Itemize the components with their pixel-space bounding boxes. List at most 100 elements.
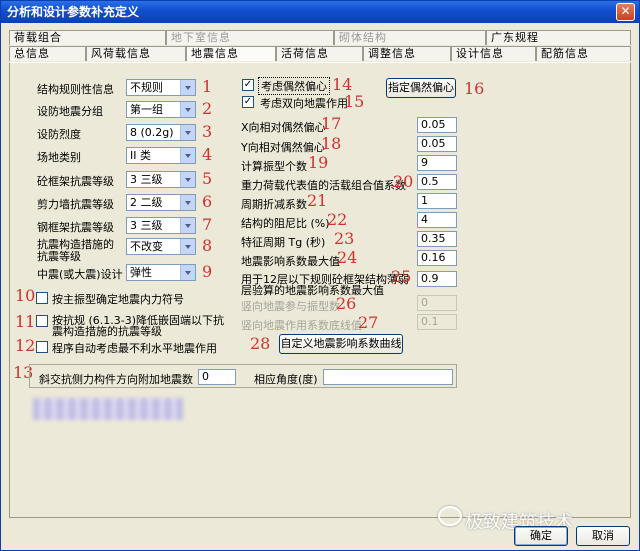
checkbox-lower-grade[interactable] [36, 315, 48, 327]
label-intensity: 设防烈度 [37, 128, 81, 141]
combo-value: 不改变 [130, 240, 163, 253]
input-damping[interactable]: 4 [417, 212, 457, 228]
label-char-period: 特征周期 Tg (秒) [241, 236, 326, 249]
combo-value: 2 二级 [130, 196, 163, 209]
callout-20: 20 [393, 172, 414, 191]
label-alpha-max: 地震影响系数最大值 [241, 255, 340, 268]
label-mode-count: 计算振型个数 [241, 160, 307, 173]
chevron-down-icon[interactable] [180, 265, 195, 280]
label-seismic-group: 设防地震分组 [37, 105, 103, 118]
dialog-window: 分析和设计参数补充定义 ✕ 荷载组合 地下室信息 砌体结构 广东规程 总信息 风… [0, 0, 640, 551]
input-vertical-factor[interactable]: 0.1 [417, 314, 457, 330]
input-angle[interactable] [323, 369, 453, 385]
callout-4: 4 [202, 145, 213, 164]
ok-button[interactable]: 确定 [514, 526, 568, 546]
tab-reinforcement[interactable]: 配筋信息 [536, 46, 631, 61]
label-vertical-factor: 竖向地震作用系数底线值 [241, 319, 362, 332]
label-construction-grade-2: 抗震等级 [37, 250, 81, 263]
input-weak-layer-alpha[interactable]: 0.9 [417, 271, 457, 287]
combo-seismic-group[interactable]: 第一组 [126, 101, 196, 118]
label-oblique-count: 斜交抗侧力构件方向附加地震数 [39, 373, 193, 386]
input-vertical-modes[interactable]: 0 [417, 295, 457, 311]
combo-site-class[interactable]: II 类 [126, 147, 196, 164]
window-title: 分析和设计参数补充定义 [7, 5, 140, 19]
combo-construction-grade[interactable]: 不改变 [126, 238, 196, 255]
tab-live-load[interactable]: 活荷信息 [276, 46, 363, 61]
tab-adjustment[interactable]: 调整信息 [363, 46, 451, 61]
label-shearwall-grade: 剪力墙抗震等级 [37, 198, 114, 211]
callout-23: 23 [334, 229, 355, 248]
input-period-reduction[interactable]: 1 [417, 193, 457, 209]
combo-steel-frame-grade[interactable]: 3 三级 [126, 217, 196, 234]
label-regularity: 结构规则性信息 [37, 83, 114, 96]
combo-concrete-frame-grade[interactable]: 3 三级 [126, 171, 196, 188]
combo-midquake-design[interactable]: 弹性 [126, 264, 196, 281]
chevron-down-icon[interactable] [180, 195, 195, 210]
checkbox-mode-sign[interactable] [36, 292, 48, 304]
wechat-icon [438, 506, 462, 526]
callout-16: 16 [464, 79, 485, 98]
input-mode-count[interactable]: 9 [417, 155, 457, 171]
label-x-eccentricity: X向相对偶然偏心 [241, 121, 326, 134]
chevron-down-icon[interactable] [180, 239, 195, 254]
checkbox-worst-direction[interactable] [36, 341, 48, 353]
callout-3: 3 [202, 122, 213, 141]
callout-2: 2 [202, 99, 213, 118]
label-steel-frame-grade: 钢框架抗震等级 [37, 221, 114, 234]
input-y-eccentricity[interactable]: 0.05 [417, 136, 457, 152]
tab-general[interactable]: 总信息 [9, 46, 86, 61]
chevron-down-icon[interactable] [180, 148, 195, 163]
callout-27: 27 [358, 313, 379, 332]
label-concrete-frame-grade: 砼框架抗震等级 [37, 175, 114, 188]
blurred-watermark [33, 398, 183, 420]
callout-7: 7 [202, 215, 213, 234]
combo-value: 第一组 [130, 103, 163, 116]
tab-basement[interactable]: 地下室信息 [166, 30, 334, 45]
tab-wind[interactable]: 风荷载信息 [86, 46, 186, 61]
tab-load-combination[interactable]: 荷载组合 [9, 30, 166, 45]
label-period-reduction: 周期折减系数 [241, 198, 307, 211]
close-icon: ✕ [620, 4, 631, 18]
callout-25: 25 [391, 267, 412, 286]
cancel-button[interactable]: 取消 [576, 526, 630, 546]
tab-seismic[interactable]: 地震信息 [186, 46, 276, 61]
callout-21: 21 [307, 191, 328, 210]
tab-design[interactable]: 设计信息 [451, 46, 536, 61]
input-x-eccentricity[interactable]: 0.05 [417, 117, 457, 133]
tab-row-top: 荷载组合 地下室信息 砌体结构 广东规程 [9, 30, 631, 45]
callout-1: 1 [202, 77, 213, 96]
specify-eccentricity-button[interactable]: 指定偶然偏心 [386, 78, 456, 98]
callout-17: 17 [321, 114, 342, 133]
close-button[interactable]: ✕ [616, 3, 635, 21]
chevron-down-icon[interactable] [180, 125, 195, 140]
input-oblique-count[interactable]: 0 [198, 369, 236, 385]
label-accidental-eccentricity: 考虑偶然偏心 [258, 77, 330, 95]
label-bidirectional: 考虑双向地震作用 [260, 97, 348, 110]
checkbox-accidental-eccentricity[interactable]: ✓ [242, 79, 254, 91]
input-live-combo-factor[interactable]: 0.5 [417, 174, 457, 190]
combo-value: 8 (0.2g) [130, 126, 174, 139]
chevron-down-icon[interactable] [180, 80, 195, 95]
callout-15: 15 [344, 92, 365, 111]
tab-masonry[interactable]: 砌体结构 [334, 30, 486, 45]
chevron-down-icon[interactable] [180, 172, 195, 187]
combo-shearwall-grade[interactable]: 2 二级 [126, 194, 196, 211]
callout-18: 18 [321, 134, 342, 153]
input-alpha-max[interactable]: 0.16 [417, 250, 457, 266]
custom-response-curve-button[interactable]: 自定义地震影响系数曲线 [279, 334, 403, 354]
combo-regularity[interactable]: 不规则 [126, 79, 196, 96]
callout-26: 26 [336, 294, 357, 313]
title-bar: 分析和设计参数补充定义 ✕ [1, 1, 639, 23]
tab-guangdong-code[interactable]: 广东规程 [486, 30, 631, 45]
callout-6: 6 [202, 192, 213, 211]
chevron-down-icon[interactable] [180, 218, 195, 233]
combo-intensity[interactable]: 8 (0.2g) [126, 124, 196, 141]
input-char-period[interactable]: 0.35 [417, 231, 457, 247]
callout-28: 28 [250, 334, 271, 353]
label-angle: 相应角度(度) [254, 373, 318, 386]
callout-9: 9 [202, 262, 213, 281]
combo-value: 3 三级 [130, 219, 163, 232]
checkbox-bidirectional[interactable]: ✓ [242, 96, 254, 108]
label-midquake-design: 中震(或大震)设计 [37, 268, 123, 281]
chevron-down-icon[interactable] [180, 102, 195, 117]
